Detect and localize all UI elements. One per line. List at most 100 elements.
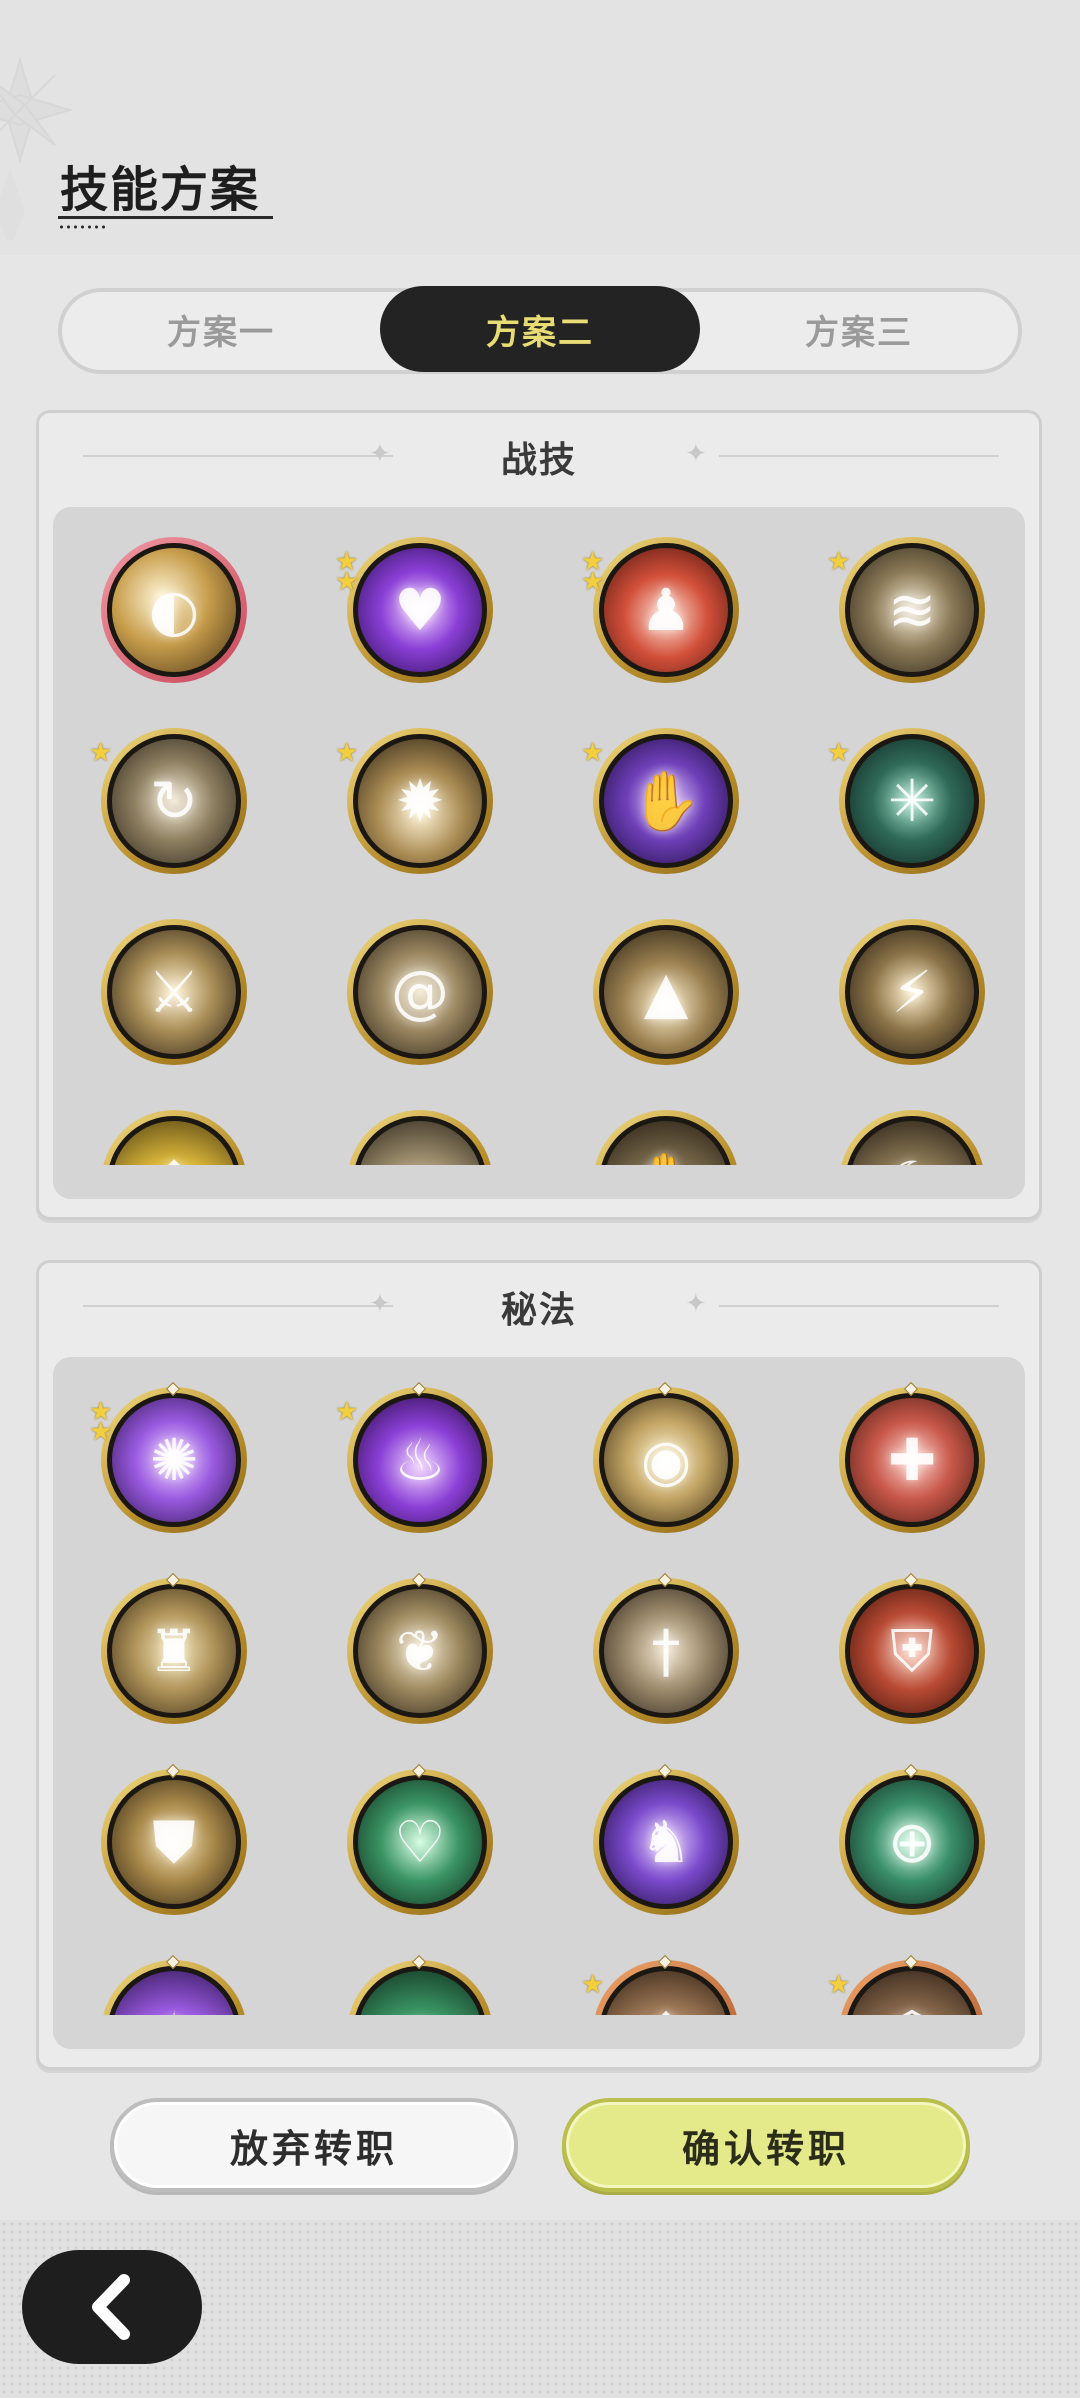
skill-icon-button[interactable]: ⚡ (839, 919, 985, 1065)
divider-right (719, 1305, 999, 1307)
star-rank-icon: ★ (581, 567, 605, 597)
page-title: 技能方案 (60, 162, 261, 218)
combat-skills-panel: ✦ 战技 ✦ ◐♥★★♟★★≋★↻★✹★✋★✳★⚔@▲⚡⬆☁✋☾ (36, 410, 1042, 1220)
skill-glyph: ✋ (629, 766, 703, 835)
combat-skill-grid: ◐♥★★♟★★≋★↻★✹★✋★✳★⚔@▲⚡⬆☁✋☾ (53, 507, 1025, 1199)
chevron-left-icon (92, 2274, 130, 2340)
green-web-icon: ✳ (845, 734, 979, 868)
skill-icon-button[interactable]: ❦ (347, 1572, 493, 1724)
skill-slot: ◐ (53, 507, 299, 698)
skill-glyph: ✚ (887, 1426, 937, 1494)
skill-slot: ❦ (299, 1548, 545, 1739)
skill-glyph: ♡ (394, 1808, 446, 1876)
skill-glyph: ⛊ (152, 1807, 196, 1876)
star-rank-icon: ★ (335, 738, 359, 768)
skill-icon-button[interactable]: † (593, 1572, 739, 1724)
ground-burst-icon: ✹ (353, 734, 487, 868)
tab-scheme-2[interactable]: 方案二 (380, 286, 700, 372)
skill-icon-button[interactable]: ✹ (347, 728, 493, 874)
skill-slot: ⚡ (791, 889, 1025, 1080)
skill-glyph: ↻ (149, 767, 199, 835)
skill-icon-button[interactable]: ⛊ (101, 1763, 247, 1915)
lightning-slash-icon: ⚡ (845, 925, 979, 1059)
golden-guardian-icon: ♜ (107, 1584, 241, 1718)
grid-scroll-fade (53, 1165, 1025, 1199)
star-rank-icon: ★ (827, 738, 851, 768)
star-rank-icon: ★ (335, 567, 359, 597)
skill-icon-button[interactable]: ◐ (101, 537, 247, 683)
skill-grid: ✺★★♨★◉✚♜❦†⛨⛊♡♞⊕✦❧❖★⬡★ (53, 1357, 1025, 2049)
skill-icon-button[interactable]: ⊕ (839, 1763, 985, 1915)
star-rank-icon: ★ (827, 1970, 851, 2000)
tab-scheme-3[interactable]: 方案三 (700, 286, 1018, 372)
star-rank-icon: ★ (581, 1970, 605, 2000)
skill-icon-button[interactable]: ◉ (593, 1381, 739, 1533)
arcane-skills-panel: ✦ 秘法 ✦ ✺★★♨★◉✚♜❦†⛨⛊♡♞⊕✦❧❖★⬡★ (36, 1260, 1042, 2070)
skill-icon-button[interactable]: ✺ (101, 1381, 247, 1533)
tab-scheme-1[interactable]: 方案一 (62, 286, 380, 372)
skill-icon-button[interactable]: ♜ (101, 1572, 247, 1724)
scheme-tabs: 方案一 方案二 方案三 (58, 286, 1022, 374)
skill-glyph: ♜ (148, 1617, 200, 1685)
skill-icon-button[interactable]: ✳ (839, 728, 985, 874)
skill-slot: @ (299, 889, 545, 1080)
grid-scroll-fade (53, 2015, 1025, 2049)
skill-glyph: ✺ (149, 1426, 199, 1494)
wind-slash-icon: ≋ (845, 543, 979, 677)
skill-icon-button[interactable]: ⛨ (839, 1572, 985, 1724)
leaf-moon-icon: ❦ (353, 1584, 487, 1718)
purple-claw-icon: ✋ (599, 734, 733, 868)
spiral-wind-icon: @ (353, 925, 487, 1059)
skill-icon-button[interactable]: ♥ (347, 537, 493, 683)
skill-glyph: ❦ (395, 1617, 445, 1685)
skill-glyph: ♨ (394, 1426, 446, 1494)
green-healing-circle-icon: ⊕ (845, 1775, 979, 1909)
skill-icon-button[interactable]: ↻ (101, 728, 247, 874)
skill-glyph: @ (391, 958, 449, 1026)
confirm-job-change-button[interactable]: 确认转职 (562, 2098, 970, 2192)
skill-slot: ◉ (545, 1357, 791, 1548)
skill-icon-button[interactable]: ✋ (593, 728, 739, 874)
skill-slot: ♟ ★ ★ (545, 507, 791, 698)
back-button[interactable] (22, 2250, 202, 2364)
skill-slot: ♜ (53, 1548, 299, 1739)
skill-slot: ↻ ★ (53, 698, 299, 889)
skill-slot: ✚ (791, 1357, 1025, 1548)
skill-glyph: ♞ (640, 1808, 692, 1876)
section-title: 秘法 (500, 1290, 577, 1331)
skill-glyph: ⊕ (887, 1808, 937, 1876)
star-rank-icon: ★ (89, 738, 113, 768)
skill-glyph: ♟ (640, 576, 692, 644)
skill-icon-button[interactable]: @ (347, 919, 493, 1065)
star-rank-icon: ★ (581, 738, 605, 768)
panel-header: ✦ 战技 ✦ (39, 413, 1039, 503)
whirlwind-icon: ↻ (107, 734, 241, 868)
skill-icon-button[interactable]: ⚔ (101, 919, 247, 1065)
skill-icon-button[interactable]: ✚ (839, 1381, 985, 1533)
purple-heart-burst-icon: ♥ (353, 543, 487, 677)
spike-eruption-icon: ▲ (599, 925, 733, 1059)
skill-icon-button[interactable]: ♞ (593, 1763, 739, 1915)
skill-icon-button[interactable]: ▲ (593, 919, 739, 1065)
title-underline (58, 216, 273, 219)
purple-beast-icon: ♞ (599, 1775, 733, 1909)
abandon-job-change-button[interactable]: 放弃转职 (110, 2098, 518, 2192)
skill-glyph: † (651, 1617, 681, 1685)
section-title: 战技 (500, 440, 577, 481)
skill-glyph: ⚔ (148, 958, 200, 1026)
skill-icon-button[interactable]: ♟ (593, 537, 739, 683)
skill-slot: ✺ ★ ★ (53, 1357, 299, 1548)
skill-grid: ◐♥★★♟★★≋★↻★✹★✋★✳★⚔@▲⚡⬆☁✋☾ (53, 507, 1025, 1199)
star-rank-icon: ★ (89, 1417, 113, 1447)
sword-strike-icon: ⚔ (107, 925, 241, 1059)
skill-slot: ⚔ (53, 889, 299, 1080)
panel-header: ✦ 秘法 ✦ (39, 1263, 1039, 1353)
skill-icon-button[interactable]: ≋ (839, 537, 985, 683)
purple-orb-icon: ✺ (107, 1393, 241, 1527)
skill-glyph: ✹ (395, 767, 445, 835)
skill-icon-button[interactable]: ♡ (347, 1763, 493, 1915)
skill-slot: ♨ ★ (299, 1357, 545, 1548)
star-rank-icon: ★ (827, 547, 851, 577)
red-sword-figure-icon: ♟ (599, 543, 733, 677)
skill-icon-button[interactable]: ♨ (347, 1381, 493, 1533)
